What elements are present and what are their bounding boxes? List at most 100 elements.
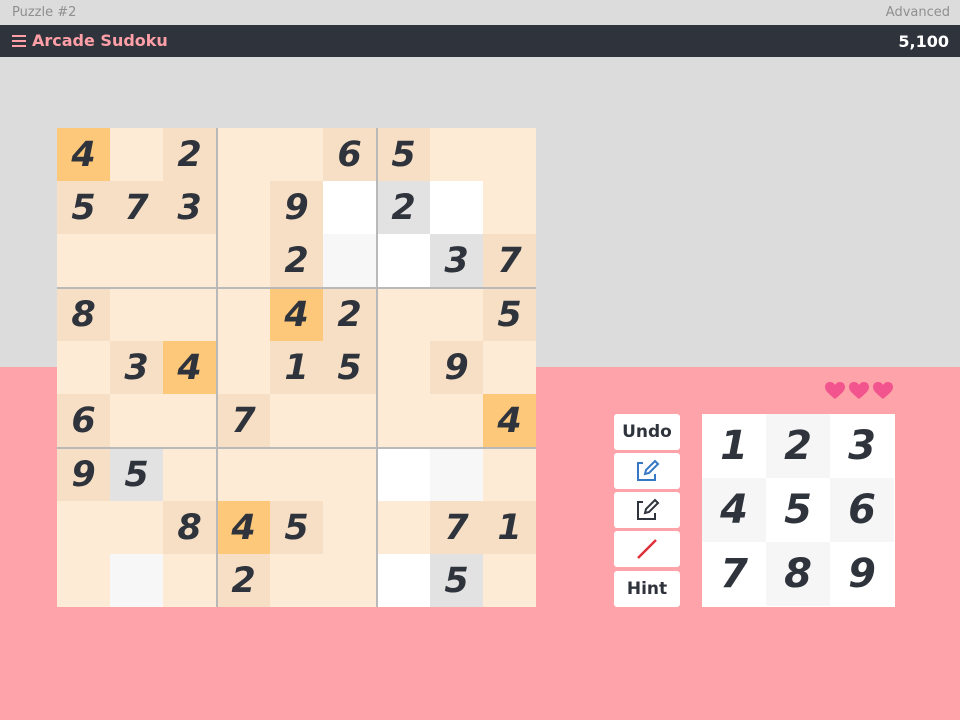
- note-mode-button[interactable]: [614, 492, 680, 528]
- board-cell[interactable]: [163, 288, 216, 341]
- board-cell[interactable]: [323, 394, 376, 447]
- board-cell[interactable]: [217, 288, 270, 341]
- board-cell[interactable]: [483, 128, 536, 181]
- board-cell[interactable]: [323, 501, 376, 554]
- board-cell[interactable]: [377, 288, 430, 341]
- board-cell[interactable]: 2: [270, 234, 323, 287]
- board-cell[interactable]: 3: [110, 341, 163, 394]
- board-cell[interactable]: 1: [483, 501, 536, 554]
- box-divider-vertical: [376, 128, 378, 607]
- board-cell[interactable]: [430, 288, 483, 341]
- board-cell[interactable]: [323, 234, 376, 287]
- difficulty-label: Advanced: [885, 5, 950, 20]
- board-cell[interactable]: 7: [110, 181, 163, 234]
- board-cell[interactable]: 2: [323, 288, 376, 341]
- board-cell[interactable]: [217, 234, 270, 287]
- board-cell[interactable]: [430, 181, 483, 234]
- numpad-key-9[interactable]: 9: [830, 542, 894, 606]
- board-cell[interactable]: [377, 501, 430, 554]
- board-cell[interactable]: [430, 448, 483, 501]
- board-cell[interactable]: [483, 341, 536, 394]
- numpad-key-4[interactable]: 4: [702, 478, 766, 542]
- board-cell[interactable]: [377, 448, 430, 501]
- board-cell[interactable]: [217, 181, 270, 234]
- board-cell[interactable]: 7: [217, 394, 270, 447]
- board-cell[interactable]: [377, 554, 430, 607]
- board-cell[interactable]: 4: [483, 394, 536, 447]
- board-cell[interactable]: 8: [163, 501, 216, 554]
- board-cell[interactable]: [483, 554, 536, 607]
- board-cell[interactable]: [57, 554, 110, 607]
- board-cell[interactable]: [163, 394, 216, 447]
- board-cell[interactable]: 7: [483, 234, 536, 287]
- board-cell[interactable]: 5: [377, 128, 430, 181]
- board-cell[interactable]: [110, 394, 163, 447]
- board-cell[interactable]: [57, 341, 110, 394]
- board-cell[interactable]: 1: [270, 341, 323, 394]
- undo-button[interactable]: Undo: [614, 414, 680, 450]
- board-cell[interactable]: [483, 181, 536, 234]
- hamburger-icon[interactable]: [12, 34, 26, 47]
- board-cell[interactable]: [483, 448, 536, 501]
- board-cell[interactable]: [163, 448, 216, 501]
- numpad-key-2[interactable]: 2: [766, 414, 830, 478]
- numpad-key-7[interactable]: 7: [702, 542, 766, 606]
- board-cell[interactable]: 4: [270, 288, 323, 341]
- board-cell[interactable]: [270, 554, 323, 607]
- board-cell[interactable]: [57, 234, 110, 287]
- number-pad: 123456789: [702, 414, 895, 607]
- board-cell[interactable]: [110, 128, 163, 181]
- board-cell[interactable]: [57, 501, 110, 554]
- board-cell[interactable]: 9: [430, 341, 483, 394]
- numpad-key-8[interactable]: 8: [766, 542, 830, 606]
- board-cell[interactable]: [110, 501, 163, 554]
- board-cell[interactable]: [323, 181, 376, 234]
- board-cell[interactable]: 9: [270, 181, 323, 234]
- board-cell[interactable]: [377, 394, 430, 447]
- board-cell[interactable]: 5: [323, 341, 376, 394]
- board-cell[interactable]: 7: [430, 501, 483, 554]
- board-cell[interactable]: [217, 128, 270, 181]
- board-cell[interactable]: 2: [163, 128, 216, 181]
- numpad-key-1[interactable]: 1: [702, 414, 766, 478]
- board-cell[interactable]: 6: [57, 394, 110, 447]
- board-cell[interactable]: [163, 234, 216, 287]
- board-cell[interactable]: 5: [270, 501, 323, 554]
- board-cell[interactable]: [110, 288, 163, 341]
- board-cell[interactable]: 5: [110, 448, 163, 501]
- erase-button[interactable]: [614, 531, 680, 567]
- hint-button[interactable]: Hint: [614, 571, 680, 607]
- board-cell[interactable]: 9: [57, 448, 110, 501]
- board-cell[interactable]: [270, 448, 323, 501]
- board-cell[interactable]: 3: [430, 234, 483, 287]
- board-cell[interactable]: 5: [57, 181, 110, 234]
- board-cell[interactable]: [430, 128, 483, 181]
- board-cell[interactable]: [110, 234, 163, 287]
- board-cell[interactable]: [163, 554, 216, 607]
- board-cell[interactable]: 2: [217, 554, 270, 607]
- numpad-key-3[interactable]: 3: [830, 414, 894, 478]
- board-cell[interactable]: 4: [217, 501, 270, 554]
- board-cell[interactable]: [270, 128, 323, 181]
- board-cell[interactable]: 8: [57, 288, 110, 341]
- board-cell[interactable]: [110, 554, 163, 607]
- board-cell[interactable]: [430, 394, 483, 447]
- board-cell[interactable]: [323, 554, 376, 607]
- board-cell[interactable]: 2: [377, 181, 430, 234]
- board-cell[interactable]: [217, 448, 270, 501]
- pen-mode-button[interactable]: [614, 453, 680, 489]
- board-cell[interactable]: [217, 341, 270, 394]
- board-cell[interactable]: [270, 394, 323, 447]
- board-cell[interactable]: 6: [323, 128, 376, 181]
- board-cell[interactable]: 4: [163, 341, 216, 394]
- numpad-key-5[interactable]: 5: [766, 478, 830, 542]
- board-cell[interactable]: 3: [163, 181, 216, 234]
- board-cell[interactable]: [377, 341, 430, 394]
- board-cell[interactable]: 4: [57, 128, 110, 181]
- board-cell[interactable]: [377, 234, 430, 287]
- board-cell[interactable]: [323, 448, 376, 501]
- heart-icon: [849, 382, 869, 399]
- numpad-key-6[interactable]: 6: [830, 478, 894, 542]
- board-cell[interactable]: 5: [430, 554, 483, 607]
- board-cell[interactable]: 5: [483, 288, 536, 341]
